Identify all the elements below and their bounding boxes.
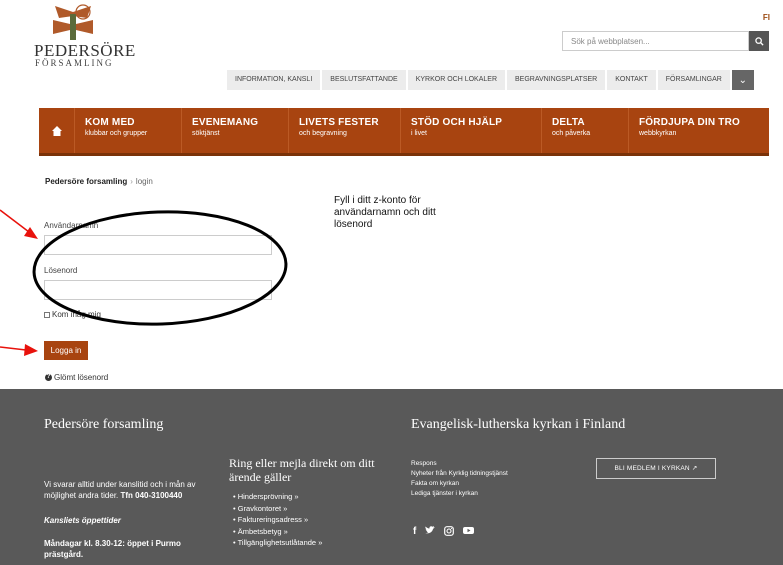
remember-label: Kom ihåg mig [52, 310, 101, 319]
username-field[interactable] [44, 235, 272, 255]
footer-contact: Vi svarar alltid under kanslitid och i m… [44, 479, 219, 560]
breadcrumb-current: login [135, 177, 153, 186]
instagram-icon[interactable] [444, 526, 455, 539]
footer-link-faktureringsadress[interactable]: Faktureringsadress » [233, 514, 322, 526]
become-member-button[interactable]: BLI MEDLEM I KYRKAN ↗ [596, 458, 716, 479]
annotation-arrowhead-username [24, 227, 38, 239]
nav-evenemang[interactable]: EVENEMANG söktjänst [181, 108, 288, 153]
forgot-password-label: Glömt lösenord [54, 373, 109, 382]
home-button[interactable] [39, 108, 74, 153]
footer-ring-title: Ring eller mejla direkt om ditt ärende g… [229, 456, 375, 484]
nav-livets-fester[interactable]: LIVETS FESTER och begravning [288, 108, 400, 153]
topnav-kyrkor[interactable]: KYRKOR OCH LOKALER [407, 70, 506, 90]
nav-kom-med[interactable]: KOM MED klubbar och grupper [74, 108, 181, 153]
search-button[interactable] [749, 31, 769, 51]
search-icon [754, 36, 764, 46]
footer-link-hindersprovning[interactable]: Hindersprövning » [233, 491, 322, 503]
twitter-icon[interactable] [425, 526, 436, 539]
footer-office-hours-title: Kansliets öppettider [44, 516, 121, 525]
annotation-arrowhead-login [24, 344, 38, 356]
search-input[interactable]: Sök på webbplatsen... [562, 31, 749, 51]
footer-link-fakta[interactable]: Fakta om kyrkan [411, 479, 508, 489]
footer: Pedersöre forsamling Evangelisk-luthersk… [0, 389, 783, 565]
forgot-password-link[interactable]: ? Glömt lösenord [45, 373, 108, 382]
nav-delta[interactable]: DELTA och påverka [541, 108, 628, 153]
nav-stod-och-hjalp[interactable]: STÖD OCH HJÄLP i livet [400, 108, 541, 153]
remember-checkbox[interactable] [44, 311, 50, 318]
username-label: Användarnamn [44, 221, 99, 230]
breadcrumb: Pedersöre forsamling › login [45, 177, 153, 186]
annotation-note: Fyll i ditt z-konto för användarnamn och… [334, 195, 436, 230]
topnav-begravningsplatser[interactable]: BEGRAVNINGSPLATSER [507, 70, 606, 90]
footer-link-ambetsbetyg[interactable]: Ämbetsbetyg » [233, 526, 322, 538]
remember-me[interactable]: Kom ihåg mig [44, 310, 101, 319]
footer-link-tillganglighet[interactable]: Tillgänglighetsutlåtande » [233, 537, 323, 549]
password-field[interactable] [44, 280, 272, 300]
breadcrumb-home[interactable]: Pedersöre forsamling [45, 177, 127, 186]
social-links: f [413, 526, 475, 539]
home-icon [51, 125, 62, 136]
footer-link-lediga[interactable]: Lediga tjänster i kyrkan [411, 489, 508, 499]
annotation-arrow-username [0, 209, 30, 233]
footer-link-nyheter[interactable]: Nyheter från Kyrklig tidningstjänst [411, 469, 508, 479]
footer-title-right: Evangelisk-lutherska kyrkan i Finland [411, 417, 626, 432]
login-button[interactable]: Logga in [44, 341, 88, 360]
youtube-icon[interactable] [463, 526, 475, 539]
topnav-beslutsfattande[interactable]: BESLUTSFATTANDE [322, 70, 406, 90]
language-switch[interactable]: FI [763, 13, 770, 22]
nav-fordjupa[interactable]: FÖRDJUPA DIN TRO webbkyrkan [628, 108, 769, 153]
footer-link-gravkontoret[interactable]: Gravkontoret » [233, 503, 322, 515]
facebook-icon[interactable]: f [413, 526, 416, 539]
footer-links: Respons Nyheter från Kyrklig tidningstjä… [411, 459, 508, 499]
footer-phone[interactable]: Tfn 040-3100440 [121, 491, 183, 500]
topnav-kontakt[interactable]: KONTAKT [607, 70, 656, 90]
topnav-information[interactable]: INFORMATION, KANSLI [227, 70, 321, 90]
top-navigation: INFORMATION, KANSLI BESLUTSFATTANDE KYRK… [227, 70, 754, 90]
logo-subtitle: FÖRSAMLING [35, 58, 114, 68]
question-icon: ? [45, 374, 52, 381]
footer-office-hours: Måndagar kl. 8.30-12: öppet i Purmo präs… [44, 539, 181, 559]
footer-link-respons[interactable]: Respons [411, 459, 508, 469]
chevron-down-icon[interactable]: ⌄ [731, 70, 754, 90]
nav-underline [39, 153, 769, 156]
main-navigation: KOM MED klubbar och grupper EVENEMANG sökt… [39, 108, 769, 153]
footer-title-left: Pedersöre forsamling [44, 417, 164, 432]
footer-ring-list: Hindersprövning » Gravkontoret » Fakture… [233, 491, 323, 549]
annotation-arrow-login [0, 346, 27, 351]
password-label: Lösenord [44, 266, 78, 275]
topnav-forsamlingar[interactable]: FÖRSAMLINGAR [657, 70, 730, 90]
